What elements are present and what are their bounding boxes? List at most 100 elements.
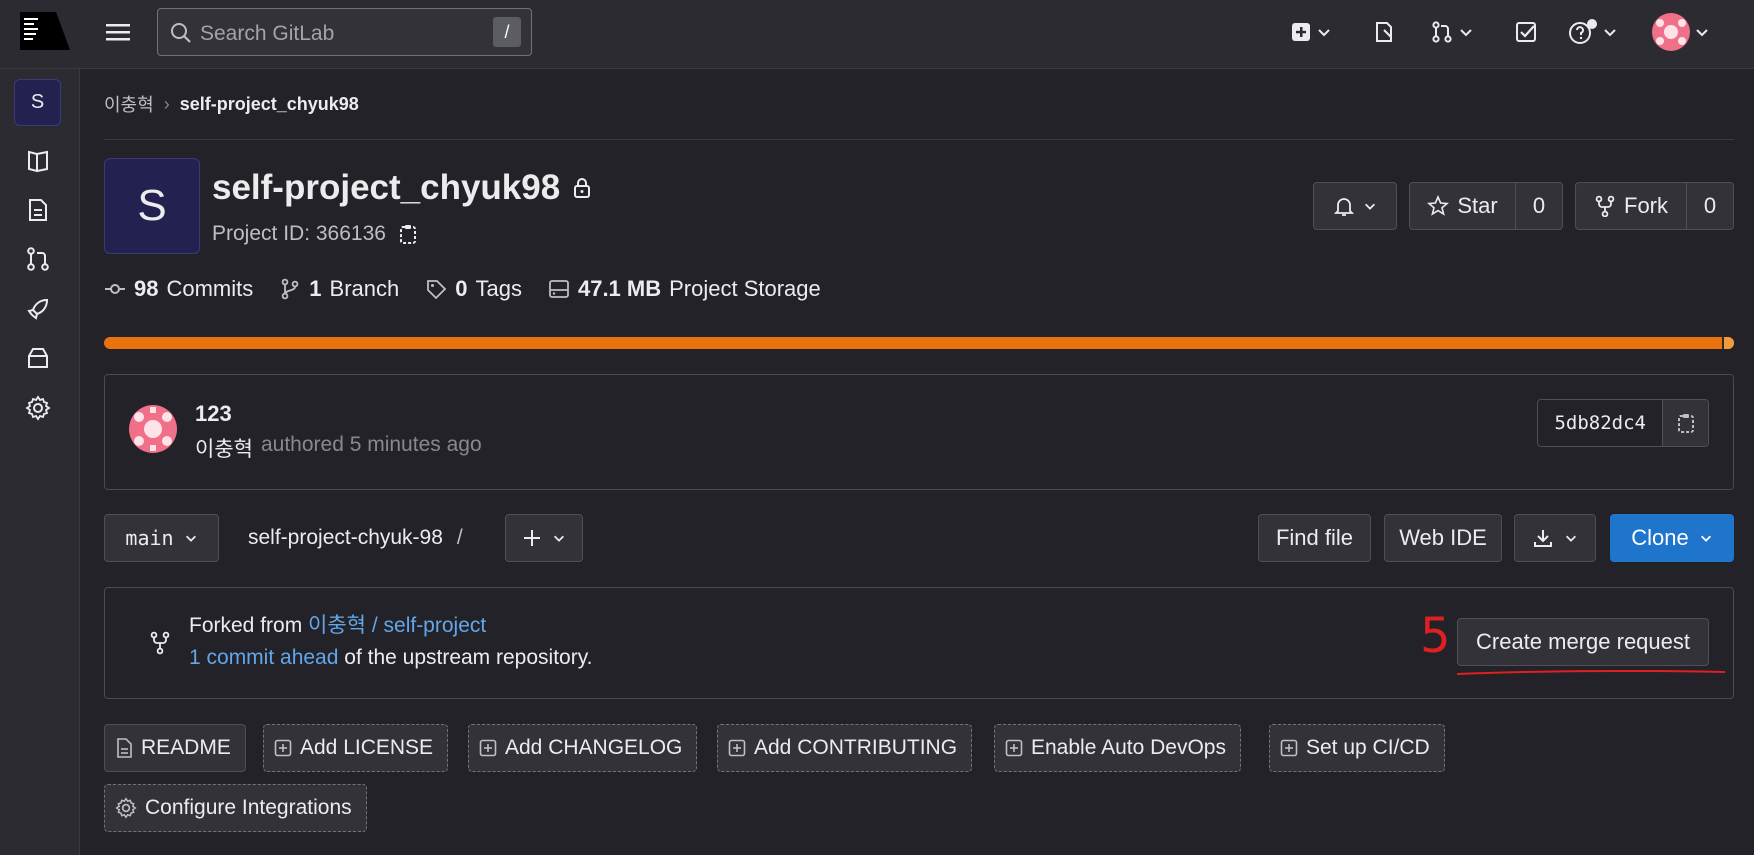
deployments-icon[interactable] — [25, 296, 51, 322]
configure-integrations-button[interactable]: Configure Integrations — [104, 784, 367, 832]
search-input[interactable]: Search GitLab / — [157, 8, 532, 56]
chevron-down-icon — [1696, 29, 1708, 37]
project-stats: 98 Commits 1 Branch 0 Tags 47.1 MB Proje… — [104, 276, 821, 302]
storage-bar-tail — [1722, 337, 1734, 349]
sidebar: S — [0, 69, 80, 855]
fork-label: Fork — [1624, 193, 1668, 218]
add-changelog-button[interactable]: Add CHANGELOG — [468, 724, 698, 772]
new-item-button[interactable] — [1290, 16, 1332, 48]
chevron-down-icon — [185, 535, 196, 542]
breadcrumb: 이충혁 › self-project_chyuk98 — [104, 91, 359, 117]
last-commit-card: 123 이충혁 authored 5 minutes ago 5db82dc4 — [104, 374, 1734, 490]
enable-auto-devops-button[interactable]: Enable Auto DevOps — [994, 724, 1241, 772]
add-changelog-label: Add CHANGELOG — [505, 736, 683, 759]
star-label: Star — [1457, 193, 1498, 218]
branch-stat[interactable]: 1 Branch — [279, 276, 399, 302]
top-bar: Search GitLab / — [0, 0, 1754, 69]
storage-icon — [549, 280, 569, 298]
search-icon — [170, 22, 192, 44]
create-merge-request-button[interactable]: Create merge request — [1457, 618, 1709, 666]
project-overview-icon[interactable] — [25, 148, 51, 174]
forked-from-link[interactable]: 이충혁 / self-project — [308, 614, 486, 637]
find-file-button[interactable]: Find file — [1258, 514, 1371, 562]
chevron-down-icon — [1318, 29, 1330, 37]
commit-author-avatar[interactable] — [129, 405, 177, 453]
star-button[interactable]: Star — [1409, 182, 1516, 230]
storage-stat[interactable]: 47.1 MB Project Storage — [548, 276, 821, 302]
notification-button[interactable] — [1313, 182, 1397, 230]
commits-label: Commits — [166, 276, 254, 301]
search-shortcut-badge: / — [493, 17, 521, 47]
branch-selector[interactable]: main — [104, 514, 219, 562]
tags-stat[interactable]: 0 Tags — [425, 276, 522, 302]
plus-square-icon — [274, 739, 292, 757]
plus-square-icon — [479, 739, 497, 757]
branch-icon — [281, 278, 299, 300]
project-avatar: S — [104, 158, 200, 254]
commit-sha-group: 5db82dc4 — [1537, 399, 1709, 447]
bell-icon — [1333, 198, 1355, 216]
repo-path: self-project-chyuk-98 / — [248, 526, 463, 550]
setup-ci-cd-label: Set up CI/CD — [1306, 736, 1430, 759]
storage-size: 47.1 MB — [577, 276, 662, 301]
packages-icon[interactable] — [25, 345, 51, 371]
project-name: self-project_chyuk98 — [212, 168, 561, 207]
chevron-down-icon — [1700, 535, 1711, 542]
user-avatar — [1652, 13, 1690, 51]
commit-meta: 이충혁 authored 5 minutes ago — [195, 433, 482, 463]
add-to-tree-button[interactable] — [505, 514, 583, 562]
readme-button[interactable]: README — [104, 724, 246, 772]
search-placeholder: Search GitLab — [200, 22, 335, 45]
divider — [104, 139, 1734, 140]
commit-author[interactable]: 이충혁 — [195, 433, 253, 463]
forked-from-label: Forked from — [189, 614, 303, 637]
gear-icon — [115, 797, 137, 819]
breadcrumb-project[interactable]: self-project_chyuk98 — [180, 94, 359, 115]
issues-icon[interactable] — [25, 197, 51, 223]
storage-label: Project Storage — [669, 276, 821, 301]
commits-ahead-link[interactable]: 1 commit ahead — [189, 646, 338, 669]
fork-button[interactable]: Fork — [1575, 182, 1687, 230]
commit-time: authored 5 minutes ago — [260, 433, 482, 456]
settings-icon[interactable] — [25, 395, 51, 421]
plus-square-icon — [1292, 23, 1310, 41]
branch-count: 1 — [309, 276, 322, 301]
download-icon — [1534, 530, 1552, 547]
help-button[interactable] — [1568, 16, 1618, 48]
user-menu[interactable] — [1652, 13, 1710, 51]
web-ide-button[interactable]: Web IDE — [1384, 514, 1502, 562]
repo-path-name[interactable]: self-project-chyuk-98 — [248, 526, 443, 550]
clone-button[interactable]: Clone — [1610, 514, 1734, 562]
branch-name: main — [125, 526, 174, 550]
todo-icon[interactable] — [1514, 16, 1538, 48]
copy-icon[interactable] — [398, 223, 418, 245]
copy-sha-button[interactable] — [1662, 400, 1708, 446]
add-contributing-button[interactable]: Add CONTRIBUTING — [717, 724, 973, 772]
chevron-down-icon — [1365, 203, 1375, 210]
star-count[interactable]: 0 — [1515, 182, 1563, 230]
fork-icon — [1595, 195, 1615, 217]
fork-count[interactable]: 0 — [1686, 182, 1734, 230]
add-contributing-label: Add CONTRIBUTING — [754, 736, 958, 759]
commit-sha[interactable]: 5db82dc4 — [1538, 400, 1662, 446]
sidebar-project-avatar[interactable]: S — [14, 79, 61, 126]
add-license-button[interactable]: Add LICENSE — [263, 724, 449, 772]
chevron-down-icon — [1460, 29, 1472, 37]
commit-title[interactable]: 123 — [195, 401, 232, 427]
download-button[interactable] — [1514, 514, 1596, 562]
branch-label: Branch — [329, 276, 400, 301]
commit-icon — [105, 284, 125, 294]
commits-count: 98 — [134, 276, 159, 301]
logo[interactable] — [20, 12, 70, 50]
hamburger-icon[interactable] — [104, 20, 132, 44]
merge-requests-button[interactable] — [1430, 16, 1474, 48]
annotation-underline — [1456, 669, 1726, 675]
merge-requests-icon[interactable] — [25, 246, 51, 272]
breadcrumb-owner[interactable]: 이충혁 — [104, 91, 154, 117]
fork-icon — [150, 631, 170, 655]
repo-path-separator: / — [456, 526, 463, 549]
issues-icon[interactable] — [1372, 16, 1396, 48]
file-icon — [117, 738, 132, 758]
commits-stat[interactable]: 98 Commits — [104, 276, 253, 302]
setup-ci-cd-button[interactable]: Set up CI/CD — [1269, 724, 1445, 772]
